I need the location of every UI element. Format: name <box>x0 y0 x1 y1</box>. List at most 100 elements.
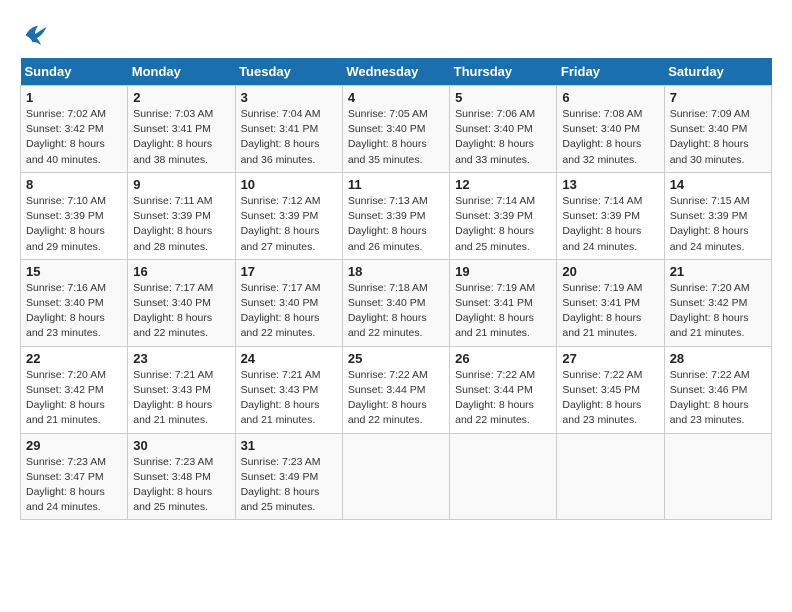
day-number: 18 <box>348 264 444 279</box>
day-number: 24 <box>241 351 337 366</box>
day-number: 6 <box>562 90 658 105</box>
calendar-cell: 4 Sunrise: 7:05 AMSunset: 3:40 PMDayligh… <box>342 86 449 173</box>
day-number: 9 <box>133 177 229 192</box>
day-detail: Sunrise: 7:18 AMSunset: 3:40 PMDaylight:… <box>348 281 444 342</box>
calendar-cell <box>664 433 771 520</box>
calendar-cell: 27 Sunrise: 7:22 AMSunset: 3:45 PMDaylig… <box>557 346 664 433</box>
calendar-cell <box>342 433 449 520</box>
day-detail: Sunrise: 7:13 AMSunset: 3:39 PMDaylight:… <box>348 194 444 255</box>
day-number: 31 <box>241 438 337 453</box>
day-number: 5 <box>455 90 551 105</box>
calendar-cell: 25 Sunrise: 7:22 AMSunset: 3:44 PMDaylig… <box>342 346 449 433</box>
page-header <box>20 20 772 48</box>
day-detail: Sunrise: 7:22 AMSunset: 3:44 PMDaylight:… <box>348 368 444 429</box>
calendar-cell: 13 Sunrise: 7:14 AMSunset: 3:39 PMDaylig… <box>557 172 664 259</box>
day-detail: Sunrise: 7:10 AMSunset: 3:39 PMDaylight:… <box>26 194 122 255</box>
calendar-cell: 22 Sunrise: 7:20 AMSunset: 3:42 PMDaylig… <box>21 346 128 433</box>
calendar-cell: 17 Sunrise: 7:17 AMSunset: 3:40 PMDaylig… <box>235 259 342 346</box>
day-detail: Sunrise: 7:17 AMSunset: 3:40 PMDaylight:… <box>133 281 229 342</box>
calendar-cell: 14 Sunrise: 7:15 AMSunset: 3:39 PMDaylig… <box>664 172 771 259</box>
day-number: 13 <box>562 177 658 192</box>
day-detail: Sunrise: 7:23 AMSunset: 3:48 PMDaylight:… <box>133 455 229 516</box>
calendar-cell: 12 Sunrise: 7:14 AMSunset: 3:39 PMDaylig… <box>450 172 557 259</box>
calendar-cell: 24 Sunrise: 7:21 AMSunset: 3:43 PMDaylig… <box>235 346 342 433</box>
calendar-body: 1 Sunrise: 7:02 AMSunset: 3:42 PMDayligh… <box>21 86 772 520</box>
day-number: 26 <box>455 351 551 366</box>
calendar-cell: 15 Sunrise: 7:16 AMSunset: 3:40 PMDaylig… <box>21 259 128 346</box>
day-number: 27 <box>562 351 658 366</box>
calendar-week-3: 15 Sunrise: 7:16 AMSunset: 3:40 PMDaylig… <box>21 259 772 346</box>
calendar-table: SundayMondayTuesdayWednesdayThursdayFrid… <box>20 58 772 520</box>
day-number: 17 <box>241 264 337 279</box>
calendar-week-1: 1 Sunrise: 7:02 AMSunset: 3:42 PMDayligh… <box>21 86 772 173</box>
day-detail: Sunrise: 7:03 AMSunset: 3:41 PMDaylight:… <box>133 107 229 168</box>
day-detail: Sunrise: 7:19 AMSunset: 3:41 PMDaylight:… <box>562 281 658 342</box>
day-number: 3 <box>241 90 337 105</box>
calendar-cell: 18 Sunrise: 7:18 AMSunset: 3:40 PMDaylig… <box>342 259 449 346</box>
day-detail: Sunrise: 7:17 AMSunset: 3:40 PMDaylight:… <box>241 281 337 342</box>
day-header-sunday: Sunday <box>21 58 128 86</box>
day-number: 19 <box>455 264 551 279</box>
calendar-cell: 11 Sunrise: 7:13 AMSunset: 3:39 PMDaylig… <box>342 172 449 259</box>
day-number: 15 <box>26 264 122 279</box>
day-number: 12 <box>455 177 551 192</box>
day-detail: Sunrise: 7:14 AMSunset: 3:39 PMDaylight:… <box>455 194 551 255</box>
day-header-wednesday: Wednesday <box>342 58 449 86</box>
day-detail: Sunrise: 7:23 AMSunset: 3:47 PMDaylight:… <box>26 455 122 516</box>
calendar-week-5: 29 Sunrise: 7:23 AMSunset: 3:47 PMDaylig… <box>21 433 772 520</box>
day-detail: Sunrise: 7:16 AMSunset: 3:40 PMDaylight:… <box>26 281 122 342</box>
day-number: 8 <box>26 177 122 192</box>
calendar-cell: 3 Sunrise: 7:04 AMSunset: 3:41 PMDayligh… <box>235 86 342 173</box>
day-detail: Sunrise: 7:04 AMSunset: 3:41 PMDaylight:… <box>241 107 337 168</box>
day-header-thursday: Thursday <box>450 58 557 86</box>
calendar-cell: 9 Sunrise: 7:11 AMSunset: 3:39 PMDayligh… <box>128 172 235 259</box>
calendar-cell: 26 Sunrise: 7:22 AMSunset: 3:44 PMDaylig… <box>450 346 557 433</box>
day-detail: Sunrise: 7:02 AMSunset: 3:42 PMDaylight:… <box>26 107 122 168</box>
day-detail: Sunrise: 7:12 AMSunset: 3:39 PMDaylight:… <box>241 194 337 255</box>
day-number: 30 <box>133 438 229 453</box>
calendar-cell: 7 Sunrise: 7:09 AMSunset: 3:40 PMDayligh… <box>664 86 771 173</box>
day-number: 25 <box>348 351 444 366</box>
calendar-cell: 21 Sunrise: 7:20 AMSunset: 3:42 PMDaylig… <box>664 259 771 346</box>
calendar-cell: 1 Sunrise: 7:02 AMSunset: 3:42 PMDayligh… <box>21 86 128 173</box>
day-number: 29 <box>26 438 122 453</box>
day-header-saturday: Saturday <box>664 58 771 86</box>
calendar-week-4: 22 Sunrise: 7:20 AMSunset: 3:42 PMDaylig… <box>21 346 772 433</box>
calendar-header-row: SundayMondayTuesdayWednesdayThursdayFrid… <box>21 58 772 86</box>
day-detail: Sunrise: 7:09 AMSunset: 3:40 PMDaylight:… <box>670 107 766 168</box>
day-number: 11 <box>348 177 444 192</box>
calendar-cell <box>557 433 664 520</box>
calendar-cell: 8 Sunrise: 7:10 AMSunset: 3:39 PMDayligh… <box>21 172 128 259</box>
calendar-cell: 19 Sunrise: 7:19 AMSunset: 3:41 PMDaylig… <box>450 259 557 346</box>
day-header-monday: Monday <box>128 58 235 86</box>
day-detail: Sunrise: 7:15 AMSunset: 3:39 PMDaylight:… <box>670 194 766 255</box>
day-detail: Sunrise: 7:20 AMSunset: 3:42 PMDaylight:… <box>26 368 122 429</box>
calendar-cell: 16 Sunrise: 7:17 AMSunset: 3:40 PMDaylig… <box>128 259 235 346</box>
day-number: 20 <box>562 264 658 279</box>
day-number: 22 <box>26 351 122 366</box>
day-number: 21 <box>670 264 766 279</box>
day-number: 16 <box>133 264 229 279</box>
day-detail: Sunrise: 7:14 AMSunset: 3:39 PMDaylight:… <box>562 194 658 255</box>
day-number: 10 <box>241 177 337 192</box>
calendar-cell: 2 Sunrise: 7:03 AMSunset: 3:41 PMDayligh… <box>128 86 235 173</box>
day-detail: Sunrise: 7:20 AMSunset: 3:42 PMDaylight:… <box>670 281 766 342</box>
day-detail: Sunrise: 7:21 AMSunset: 3:43 PMDaylight:… <box>133 368 229 429</box>
calendar-cell: 30 Sunrise: 7:23 AMSunset: 3:48 PMDaylig… <box>128 433 235 520</box>
calendar-cell <box>450 433 557 520</box>
logo-icon <box>20 20 48 48</box>
day-detail: Sunrise: 7:08 AMSunset: 3:40 PMDaylight:… <box>562 107 658 168</box>
calendar-cell: 10 Sunrise: 7:12 AMSunset: 3:39 PMDaylig… <box>235 172 342 259</box>
day-number: 2 <box>133 90 229 105</box>
calendar-cell: 29 Sunrise: 7:23 AMSunset: 3:47 PMDaylig… <box>21 433 128 520</box>
day-detail: Sunrise: 7:22 AMSunset: 3:44 PMDaylight:… <box>455 368 551 429</box>
day-number: 4 <box>348 90 444 105</box>
day-detail: Sunrise: 7:22 AMSunset: 3:45 PMDaylight:… <box>562 368 658 429</box>
day-detail: Sunrise: 7:06 AMSunset: 3:40 PMDaylight:… <box>455 107 551 168</box>
calendar-cell: 23 Sunrise: 7:21 AMSunset: 3:43 PMDaylig… <box>128 346 235 433</box>
calendar-cell: 5 Sunrise: 7:06 AMSunset: 3:40 PMDayligh… <box>450 86 557 173</box>
day-detail: Sunrise: 7:05 AMSunset: 3:40 PMDaylight:… <box>348 107 444 168</box>
day-number: 1 <box>26 90 122 105</box>
calendar-cell: 28 Sunrise: 7:22 AMSunset: 3:46 PMDaylig… <box>664 346 771 433</box>
day-header-tuesday: Tuesday <box>235 58 342 86</box>
